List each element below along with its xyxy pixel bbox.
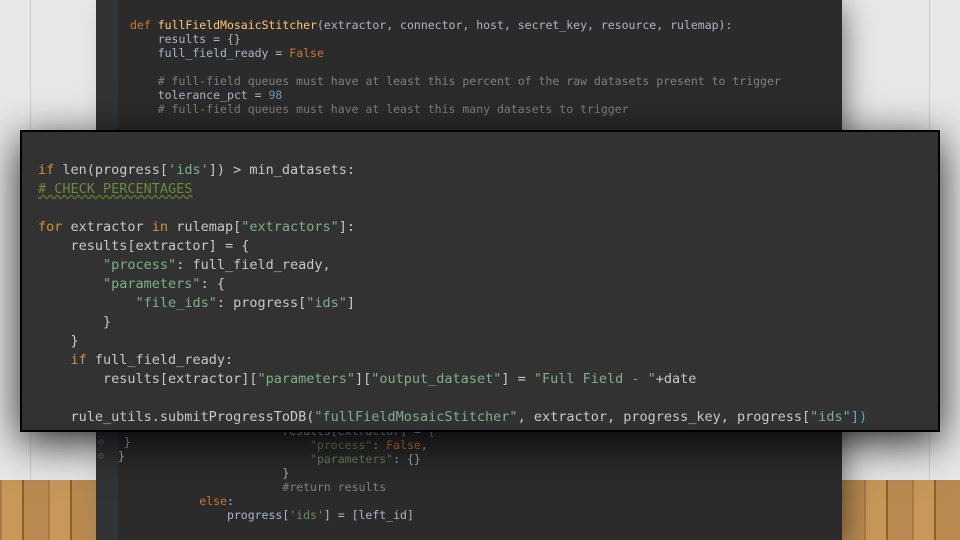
- keyword-else: else: [199, 494, 227, 508]
- closing-brace: }: [118, 449, 125, 463]
- code-text: ]): [851, 409, 867, 425]
- code-text: results[extractor][: [103, 371, 257, 387]
- code-text: :: [372, 438, 386, 452]
- param-list: (extractor, connector, host, secret_key,…: [317, 18, 732, 32]
- string-literal: "fullFieldMosaicStitcher": [314, 409, 517, 425]
- string-literal: "output_dataset": [371, 371, 501, 387]
- keyword-def: def: [130, 18, 151, 32]
- code-text: ]:: [339, 219, 355, 235]
- string-literal: "Full Field - ": [534, 371, 656, 387]
- keyword-for: for: [38, 219, 62, 235]
- string-literal: "process": [310, 438, 372, 452]
- comment: # full-field queues must have at least t…: [158, 102, 629, 116]
- keyword-if: if: [71, 352, 87, 368]
- code-text: :: [227, 494, 234, 508]
- comment: #return results: [282, 480, 386, 494]
- code-text: : {: [201, 276, 225, 292]
- string-literal: "parameters": [310, 452, 393, 466]
- code-line: }: [71, 333, 79, 349]
- fold-icon[interactable]: ⊖: [98, 437, 114, 449]
- code-text: extractor: [62, 219, 151, 235]
- code-text: : {}: [393, 452, 421, 466]
- keyword-if: if: [38, 162, 54, 178]
- code-text: ] = [left_id]: [324, 508, 414, 522]
- keyword-in: in: [152, 219, 168, 235]
- code-text: ,: [421, 438, 428, 452]
- string-literal: "file_ids": [136, 295, 217, 311]
- code-text: full_field_ready:: [87, 352, 233, 368]
- string-literal: "process": [103, 257, 176, 273]
- code-text: rulemap[: [168, 219, 241, 235]
- const-false: False: [386, 438, 421, 452]
- comment: # CHECK PERCENTAGES: [38, 181, 192, 197]
- string-literal: "parameters": [257, 371, 355, 387]
- code-text: +date: [656, 371, 697, 387]
- const-false: False: [289, 46, 324, 60]
- number-literal: 98: [268, 88, 282, 102]
- code-line: full_field_ready =: [158, 46, 290, 60]
- code-text: rule_utils.submitProgressToDB(: [71, 409, 315, 425]
- code-line: tolerance_pct =: [158, 88, 269, 102]
- string-literal: "ids": [810, 409, 851, 425]
- code-text: ]) > min_datasets:: [209, 162, 355, 178]
- string-literal: 'ids': [289, 508, 324, 522]
- code-text: progress[: [227, 508, 289, 522]
- code-editor-front: if len(progress['ids']) > min_datasets: …: [20, 130, 940, 432]
- code-line: results[extractor] = {: [71, 238, 250, 254]
- string-literal: 'ids': [168, 162, 209, 178]
- code-line: results = {}: [158, 32, 241, 46]
- fold-icon[interactable]: ⊖: [98, 451, 114, 463]
- code-text: : full_field_ready,: [176, 257, 330, 273]
- comment: # full-field queues must have at least t…: [158, 74, 781, 88]
- string-literal: "ids": [306, 295, 347, 311]
- string-literal: "extractors": [241, 219, 339, 235]
- code-text: ]: [347, 295, 355, 311]
- code-text: , extractor, progress_key, progress[: [518, 409, 811, 425]
- code-text: ][: [355, 371, 371, 387]
- string-literal: "parameters": [103, 276, 201, 292]
- code-text: len(progress[: [54, 162, 168, 178]
- code-line: }: [282, 466, 289, 480]
- closing-brace: }: [124, 435, 131, 449]
- function-name: fullFieldMosaicStitcher: [158, 18, 317, 32]
- code-text: : progress[: [217, 295, 306, 311]
- code-line: }: [103, 314, 111, 330]
- code-text: ] =: [501, 371, 534, 387]
